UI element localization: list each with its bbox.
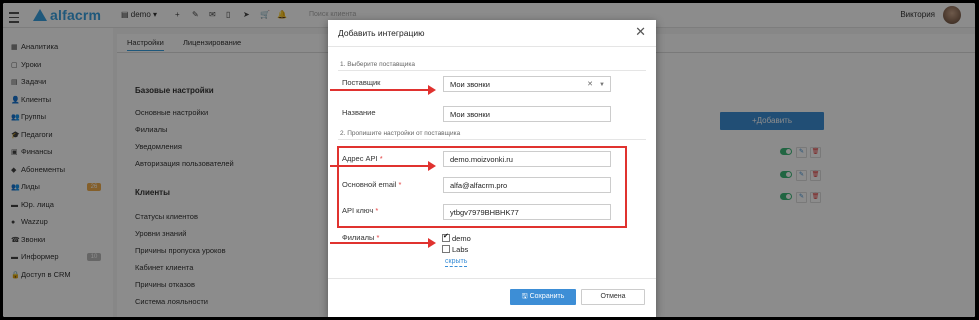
save-icon: 🖫 bbox=[521, 293, 530, 300]
branch-labs-label: Labs bbox=[452, 245, 469, 254]
branches-label-text: Филиалы bbox=[342, 233, 375, 242]
provider-label: Поставщик bbox=[342, 78, 381, 87]
required-mark: * bbox=[376, 233, 380, 242]
branch-checkbox-demo[interactable]: demo bbox=[442, 232, 471, 243]
add-integration-dialog: Добавить интеграцию ✕ 1. Выберите постав… bbox=[328, 20, 656, 317]
hide-link[interactable]: скрыть bbox=[445, 257, 468, 267]
divider bbox=[338, 70, 646, 71]
dialog-title: Добавить интеграцию bbox=[338, 28, 425, 38]
step-1-label: 1. Выберите поставщика bbox=[340, 61, 416, 68]
annotation-arrow bbox=[330, 161, 436, 171]
dialog-header: Добавить интеграцию ✕ bbox=[328, 20, 656, 47]
step-2-label: 2. Пропишите настройки от поставщика bbox=[340, 130, 461, 137]
dialog-footer-divider bbox=[328, 278, 656, 279]
annotation-arrow bbox=[330, 238, 436, 248]
provider-select[interactable]: Мои звонки ✕ ▼ bbox=[443, 76, 611, 92]
name-label: Название bbox=[342, 108, 376, 117]
save-button-label: Сохранить bbox=[529, 293, 565, 300]
clear-icon[interactable]: ✕ bbox=[587, 77, 593, 93]
app-window: alfacrm ▤ demo ▾ + ✎ ✉ ▯ ➤ 🛒 🔔 Поиск клиента В… bbox=[3, 3, 975, 317]
branches-label: Филиалы * bbox=[342, 233, 379, 242]
highlight-box bbox=[337, 146, 627, 228]
annotation-arrow bbox=[330, 85, 436, 95]
save-button[interactable]: 🖫 Сохранить bbox=[510, 289, 576, 305]
branch-checkbox-labs[interactable]: Labs bbox=[442, 245, 468, 254]
cancel-button[interactable]: Отмена bbox=[581, 289, 645, 305]
name-field[interactable]: Мои звонки bbox=[443, 106, 611, 122]
close-icon[interactable]: ✕ bbox=[635, 25, 646, 39]
checkbox-checked-icon[interactable] bbox=[442, 232, 450, 242]
chevron-down-icon[interactable]: ▼ bbox=[599, 77, 605, 93]
branch-demo-label: demo bbox=[452, 234, 471, 243]
divider bbox=[338, 139, 646, 140]
provider-value: Мои звонки bbox=[450, 80, 490, 89]
checkbox-icon[interactable] bbox=[442, 245, 450, 253]
